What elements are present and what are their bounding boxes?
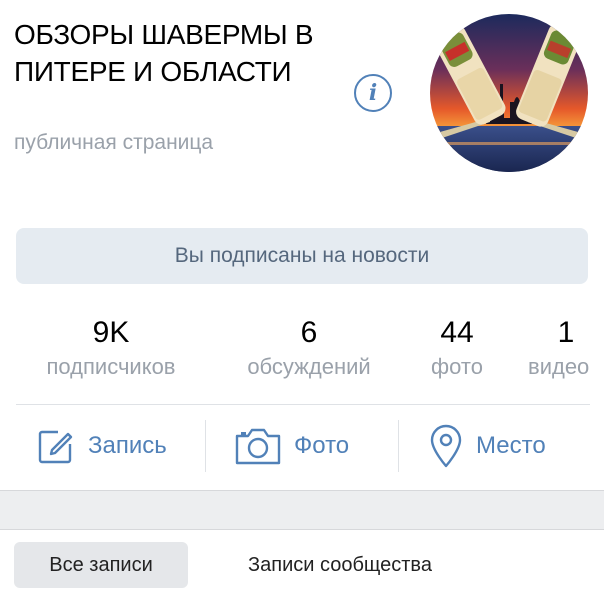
stat-label: фото: [431, 354, 483, 379]
divider: [205, 420, 206, 472]
stat-value: 44: [440, 316, 474, 349]
community-page: ОБЗОРЫ ШАВЕРМЫ В ПИТЕРЕ И ОБЛАСТИ публич…: [0, 0, 604, 604]
avatar-image: [430, 14, 588, 172]
add-post-label: Запись: [88, 432, 167, 459]
community-title: ОБЗОРЫ ШАВЕРМЫ В ПИТЕРЕ И ОБЛАСТИ: [14, 19, 314, 87]
community-type: публичная страница: [14, 131, 214, 154]
stat-followers[interactable]: 9K подписчиков: [28, 314, 194, 382]
subscription-status-button[interactable]: Вы подписаны на новости: [16, 228, 588, 284]
stat-discussions[interactable]: 6 обсуждений: [230, 314, 388, 382]
stat-photos[interactable]: 44 фото: [418, 314, 496, 382]
add-photo-button[interactable]: Фото: [234, 420, 349, 472]
compose-icon: [38, 430, 73, 464]
add-place-button[interactable]: Место: [428, 420, 546, 472]
stat-value: 9K: [92, 316, 130, 349]
divider: [398, 420, 399, 472]
avatar[interactable]: [430, 14, 588, 172]
add-place-label: Место: [476, 432, 546, 459]
camera-icon: [235, 428, 281, 465]
stat-value: 6: [300, 316, 318, 349]
action-bar: Запись Фото Место: [0, 406, 604, 486]
posts-filter-tabs: Все записи Записи сообщества: [0, 530, 604, 604]
stat-label: подписчиков: [46, 354, 176, 379]
tab-all-posts[interactable]: Все записи: [14, 542, 188, 588]
stat-label: обсуждений: [247, 354, 371, 379]
add-post-button[interactable]: Запись: [36, 420, 167, 472]
info-icon[interactable]: i: [354, 74, 392, 112]
stat-value: 1: [557, 316, 575, 349]
stats-row: 9K подписчиков 6 обсуждений 44 фото 1 ви…: [0, 314, 604, 394]
stat-label: видео: [528, 354, 590, 379]
divider: [16, 404, 590, 405]
tab-community-posts[interactable]: Записи сообщества: [206, 542, 474, 588]
stat-videos[interactable]: 1 видео: [528, 314, 604, 382]
add-photo-label: Фото: [294, 432, 350, 459]
section-separator: [0, 490, 604, 530]
location-pin-icon: [430, 424, 462, 468]
